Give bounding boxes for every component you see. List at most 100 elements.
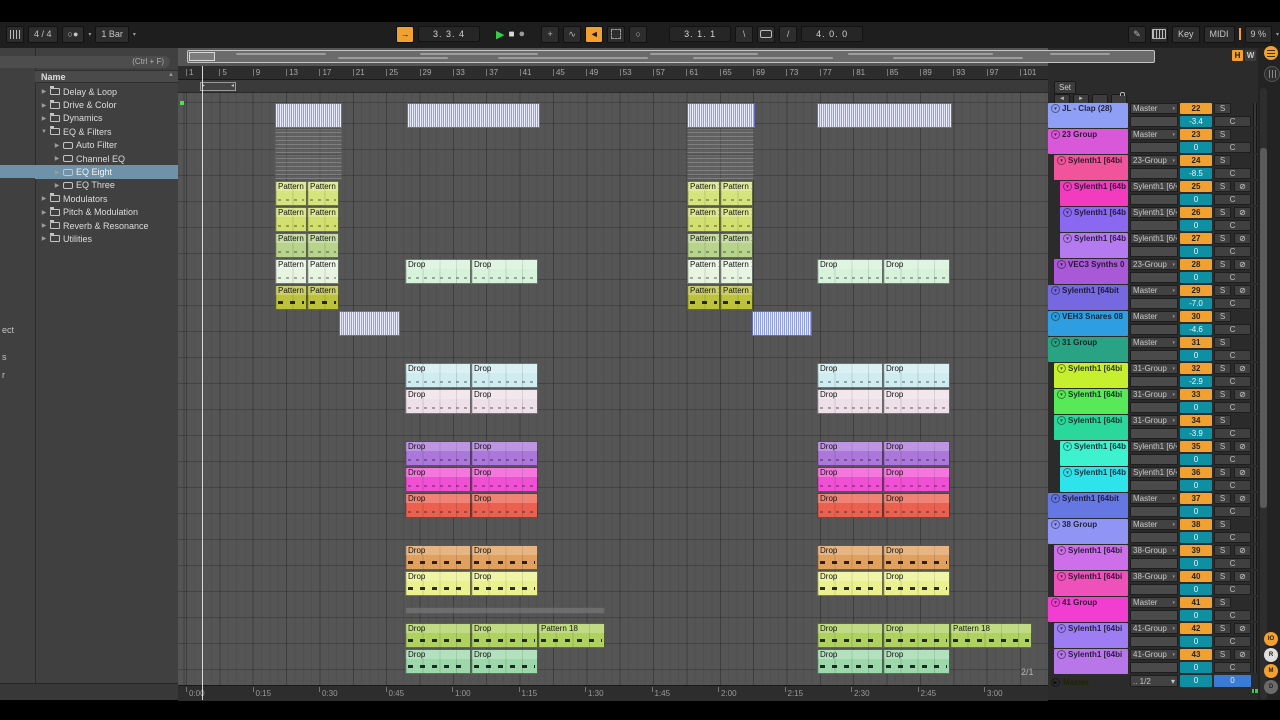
clip-drop[interactable]: Drop	[405, 545, 471, 570]
track-slider[interactable]	[1130, 272, 1178, 283]
clip-drop[interactable]: Drop	[883, 363, 950, 388]
menu-circle-button[interactable]	[1264, 46, 1278, 60]
track-output-select[interactable]: 23-Group ▾	[1130, 259, 1178, 270]
track-output-select[interactable]: 31-Group ▾	[1130, 415, 1178, 426]
fit-width-button[interactable]: W	[1245, 50, 1256, 61]
disclosure-triangle-icon[interactable]: ▶	[54, 182, 60, 189]
browser-item-channel-eq[interactable]: ▶ Channel EQ	[35, 152, 178, 165]
loop-toggle-icon[interactable]	[757, 25, 776, 43]
browser-item-auto-filter[interactable]: ▶ Auto Filter	[35, 139, 178, 152]
track-solo-button[interactable]: S	[1214, 233, 1231, 244]
track-slider[interactable]	[1130, 636, 1178, 647]
track-solo-button[interactable]: S	[1214, 467, 1231, 478]
track-unfold-icon[interactable]: ▾	[1063, 468, 1072, 477]
track-name[interactable]: ▾ Sylenth1 [64b	[1060, 467, 1128, 492]
track-unfold-icon[interactable]: ▾	[1063, 442, 1072, 451]
track-name[interactable]: ▾ Sylenth1 [64bi	[1054, 155, 1128, 180]
browser-item-delay-loop[interactable]: ▶ Delay & Loop	[35, 85, 178, 98]
track-pan-control[interactable]: C	[1214, 324, 1251, 335]
track-solo-button[interactable]: S	[1214, 363, 1231, 374]
track-volume-value[interactable]: -8.5	[1180, 168, 1212, 179]
track-arm-button[interactable]: ⊘	[1234, 233, 1251, 244]
clip-drop[interactable]: Drop	[817, 467, 883, 492]
track-unfold-icon[interactable]: ▾	[1057, 624, 1066, 633]
scrollbar-thumb[interactable]	[1260, 148, 1267, 508]
track-slider[interactable]	[1130, 168, 1178, 179]
clip-pattern-1[interactable]: Pattern 1	[307, 285, 339, 310]
midi-map-button[interactable]: MIDI	[1203, 25, 1235, 43]
clip-drop[interactable]: Drop	[817, 363, 883, 388]
clip-pattern-1[interactable]: Pattern 1	[687, 207, 720, 232]
time-ruler[interactable]: 0:00 0:15 0:30 0:45 1:00 1:15 1:30 1:45 2:00 2:15…	[178, 685, 1048, 701]
track-volume-value[interactable]: -4.6	[1180, 324, 1212, 335]
track-solo-button[interactable]: S	[1214, 493, 1231, 504]
clip-audio[interactable]	[687, 129, 754, 154]
track-pan-control[interactable]: C	[1214, 454, 1251, 465]
track-solo-button[interactable]: S	[1214, 415, 1231, 426]
computer-midi-keyboard-icon[interactable]	[1150, 25, 1168, 43]
track-unfold-icon[interactable]: ▾	[1057, 364, 1066, 373]
track-solo-button[interactable]: S	[1214, 649, 1231, 660]
clip-drop[interactable]: Drop	[471, 623, 538, 648]
track-output-select[interactable]: Master ▾	[1130, 597, 1178, 608]
track-arm-button[interactable]: ⊘	[1234, 571, 1251, 582]
automation-arm-icon[interactable]: ∿	[563, 25, 582, 43]
track-volume-value[interactable]: -7.0	[1180, 298, 1212, 309]
track-volume-value[interactable]: 0	[1180, 584, 1212, 595]
clip-drop[interactable]: Drop	[883, 389, 950, 414]
track-volume-value[interactable]: -3.4	[1180, 116, 1212, 127]
track-output-select[interactable]: Sylenth1 [6/▾	[1130, 441, 1178, 452]
clip-pattern-1[interactable]: Pattern 1	[687, 285, 720, 310]
lanes-circle-button[interactable]	[1264, 66, 1280, 82]
clip-drop[interactable]: Drop	[471, 493, 538, 518]
track-slider[interactable]	[1130, 558, 1178, 569]
track-volume-value[interactable]: 0	[1180, 662, 1212, 673]
track-name[interactable]: ▾ Sylenth1 [64bi	[1054, 571, 1128, 596]
track-output-select[interactable]: Sylenth1 [6/▾	[1130, 233, 1178, 244]
track-solo-button[interactable]: S	[1214, 155, 1231, 166]
clip-drop[interactable]: Drop	[817, 259, 883, 284]
track-slider[interactable]	[1130, 350, 1178, 361]
disclosure-triangle-icon[interactable]: ▶	[54, 142, 60, 149]
track-volume-value[interactable]: 0	[1180, 532, 1212, 543]
arrangement-area[interactable]: 1 5 9 13 17 21 25 29 33 37 41 45 49 53 57 61 65 69 73 77 81 8…	[178, 48, 1048, 701]
track-slider[interactable]	[1130, 610, 1178, 621]
clip-pattern-18[interactable]: Pattern 18	[538, 623, 605, 648]
clip-pattern-1[interactable]: Pattern 1	[307, 207, 339, 232]
browser-item-dynamics[interactable]: ▶ Dynamics	[35, 112, 178, 125]
punch-out-icon[interactable]: /	[779, 25, 798, 43]
clip-pattern-1[interactable]: Pattern 1	[307, 259, 339, 284]
fit-height-button[interactable]: H	[1232, 50, 1243, 61]
clip-drop[interactable]: Drop	[883, 493, 950, 518]
clip-pattern-1[interactable]: Pattern 1	[307, 233, 339, 258]
track-pan-control[interactable]: C	[1214, 480, 1251, 491]
clip-drop[interactable]: Drop	[883, 545, 950, 570]
master-cue-select[interactable]: .. 1/2 ▾	[1130, 675, 1178, 687]
clip-drop[interactable]: Drop	[405, 571, 471, 596]
section-toggle-m[interactable]: M	[1264, 664, 1278, 678]
cpu-dropdown-icon[interactable]: ▾	[1276, 31, 1279, 38]
track-name[interactable]: ▾ Sylenth1 [64b	[1060, 181, 1128, 206]
track-pan-control[interactable]: C	[1214, 194, 1251, 205]
track-output-select[interactable]: 41-Group ▾	[1130, 623, 1178, 634]
disclosure-triangle-icon[interactable]: ▶	[41, 115, 47, 122]
track-output-select[interactable]: 23-Group ▾	[1130, 155, 1178, 166]
track-output-select[interactable]: Master ▾	[1130, 285, 1178, 296]
browser-item-utilities[interactable]: ▶ Utilities	[35, 232, 178, 245]
track-name[interactable]: ▾ Sylenth1 [64bi	[1054, 363, 1128, 388]
track-volume-value[interactable]: -2.9	[1180, 376, 1212, 387]
track-arm-button[interactable]: ⊘	[1234, 181, 1251, 192]
section-toggle-d[interactable]: D	[1264, 680, 1278, 694]
track-volume-value[interactable]: 0	[1180, 506, 1212, 517]
track-arm-button[interactable]: ⊘	[1234, 623, 1251, 634]
track-pan-control[interactable]: C	[1214, 428, 1251, 439]
track-slider[interactable]	[1130, 194, 1178, 205]
track-arm-button[interactable]: ⊘	[1234, 493, 1251, 504]
track-output-select[interactable]: Master ▾	[1130, 103, 1178, 114]
clip-audio[interactable]	[687, 103, 755, 128]
track-output-select[interactable]: 31-Group ▾	[1130, 363, 1178, 374]
track-output-select[interactable]: Master ▾	[1130, 129, 1178, 140]
clip-drop[interactable]: Drop	[471, 441, 538, 466]
track-slider[interactable]	[1130, 246, 1178, 257]
disclosure-triangle-icon[interactable]: ▶	[41, 88, 47, 95]
